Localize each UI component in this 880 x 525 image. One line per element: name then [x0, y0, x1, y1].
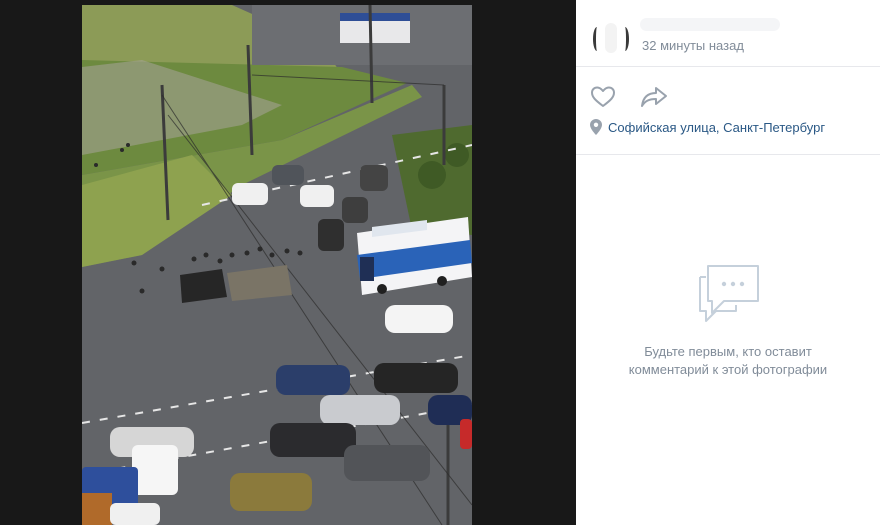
street-photo-image — [82, 5, 472, 525]
street-photo[interactable] — [82, 5, 472, 525]
avatar[interactable] — [592, 17, 630, 55]
photo-sidebar: 32 минуты назад Софийская улица, Санкт-П… — [576, 5, 880, 525]
empty-comments-line1: Будьте первым, кто оставит — [644, 344, 812, 359]
heart-icon[interactable] — [590, 85, 616, 109]
share-arrow-icon[interactable] — [640, 85, 668, 109]
empty-comments-message: Будьте первым, кто оставит комментарий к… — [576, 343, 880, 379]
photo-viewer-backdrop — [0, 0, 576, 525]
location-link[interactable]: Софийская улица, Санкт-Петербург — [608, 120, 825, 135]
avatar-left-stroke — [593, 27, 601, 51]
comment-bubble-icon — [699, 265, 759, 322]
post-header: 32 минуты назад — [576, 5, 880, 67]
post-time[interactable]: 32 минуты назад — [642, 38, 744, 53]
avatar-right-stroke — [621, 27, 629, 51]
post-actions: Софийская улица, Санкт-Петербург — [576, 67, 880, 155]
pin-icon — [590, 119, 602, 135]
comments-empty-state: Будьте первым, кто оставит комментарий к… — [576, 155, 880, 525]
avatar-center — [605, 23, 617, 53]
author-name-hidden[interactable] — [640, 18, 780, 31]
empty-comments-line2: комментарий к этой фотографии — [628, 362, 828, 377]
